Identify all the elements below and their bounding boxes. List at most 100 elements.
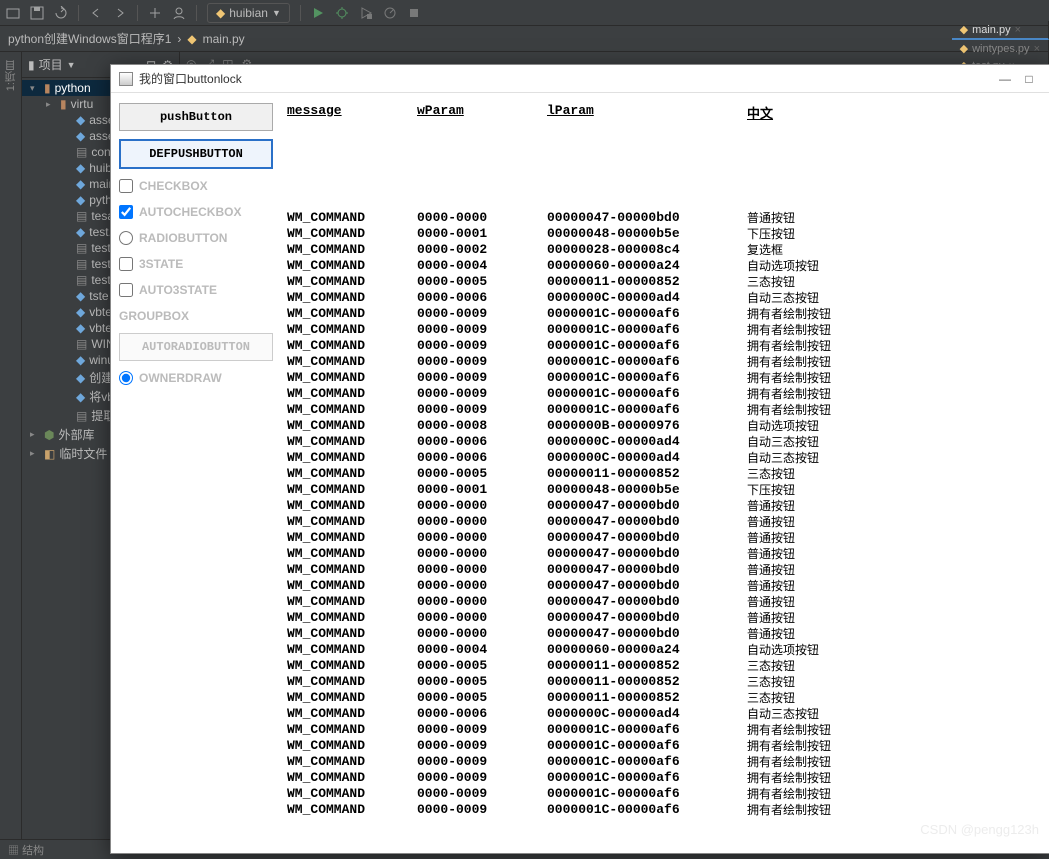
- add-icon[interactable]: [148, 6, 162, 20]
- tristate-control[interactable]: 3STATE: [119, 255, 273, 273]
- tree-item-label: pyth: [89, 193, 112, 207]
- pyfile-icon: ◆: [76, 371, 85, 385]
- pyfile-icon: ◆: [76, 113, 85, 127]
- editor-area: ◎ ⤢ ◫ ⚙ — ◆main.py×◆wintypes.py×◆test.py…: [180, 52, 1049, 859]
- coverage-icon[interactable]: [359, 6, 373, 20]
- txtfile-icon: ▤: [76, 409, 87, 423]
- sidebar-title: 项目: [39, 56, 63, 73]
- stop-icon[interactable]: [407, 6, 421, 20]
- ide-toolbar: ◆ huibian ▼: [0, 0, 1049, 26]
- pyfile-icon: ◆: [76, 289, 85, 303]
- checkbox-label: CHECKBOX: [139, 179, 208, 193]
- maximize-button[interactable]: □: [1017, 72, 1041, 86]
- tristate-label: 3STATE: [139, 257, 183, 271]
- log-row: WM_COMMAND0000-00090000001C-00000af6拥有者绘…: [287, 722, 1037, 738]
- log-row: WM_COMMAND0000-000000000047-00000bd0普通按钮: [287, 578, 1037, 594]
- txtfile-icon: ▤: [76, 257, 87, 271]
- run-config-dropdown[interactable]: ◆ huibian ▼: [207, 3, 290, 23]
- log-row: WM_COMMAND0000-00090000001C-00000af6拥有者绘…: [287, 786, 1037, 802]
- log-row: WM_COMMAND0000-000500000011-00000852三态按钮: [287, 690, 1037, 706]
- open-icon[interactable]: [6, 6, 20, 20]
- log-row: WM_COMMAND0000-000500000011-00000852三态按钮: [287, 658, 1037, 674]
- folder-icon: ▮: [28, 58, 35, 72]
- txtfile-icon: ▤: [76, 273, 87, 287]
- run-icon[interactable]: [311, 6, 325, 20]
- chevron-right-icon: ›: [177, 32, 181, 46]
- pyfile-icon: ◆: [76, 225, 85, 239]
- breadcrumb-project[interactable]: python创建Windows窗口程序1: [8, 30, 171, 47]
- undo-icon[interactable]: [89, 6, 103, 20]
- tree-ext-lib-label: 外部库: [58, 426, 94, 443]
- autocheckbox-control[interactable]: AUTOCHECKBOX: [119, 203, 273, 221]
- app-window: 我的窗口buttonlock — □ pushButton DEFPUSHBUT…: [110, 64, 1049, 854]
- log-row: WM_COMMAND0000-00060000000C-00000ad4自动三态…: [287, 290, 1037, 306]
- log-row: WM_COMMAND0000-000500000011-00000852三态按钮: [287, 466, 1037, 482]
- python-file-icon: ◆: [960, 42, 968, 55]
- save-icon[interactable]: [30, 6, 44, 20]
- log-row: WM_COMMAND0000-000000000047-00000bd0普通按钮: [287, 546, 1037, 562]
- library-icon: ⬢: [44, 428, 54, 442]
- python-file-icon: ◆: [960, 23, 968, 36]
- log-row: WM_COMMAND0000-000000000047-00000bd0普通按钮: [287, 530, 1037, 546]
- autoradiobutton-control[interactable]: AUTORADIOBUTTON: [119, 333, 273, 361]
- log-row: WM_COMMAND0000-00090000001C-00000af6拥有者绘…: [287, 802, 1037, 818]
- chevron-down-icon[interactable]: ▼: [67, 60, 76, 70]
- user-icon[interactable]: [172, 6, 186, 20]
- close-icon[interactable]: ×: [1034, 43, 1040, 55]
- tree-scratch-label: 临时文件: [59, 445, 107, 462]
- auto3state-label: AUTO3STATE: [139, 283, 217, 297]
- scratch-icon: ◧: [44, 447, 55, 461]
- redo-icon[interactable]: [113, 6, 127, 20]
- pushbutton[interactable]: pushButton: [119, 103, 273, 131]
- log-row: WM_COMMAND0000-00090000001C-00000af6拥有者绘…: [287, 370, 1037, 386]
- log-row: WM_COMMAND0000-00090000001C-00000af6拥有者绘…: [287, 738, 1037, 754]
- log-row: WM_COMMAND0000-00090000001C-00000af6拥有者绘…: [287, 402, 1037, 418]
- refresh-icon[interactable]: [54, 6, 68, 20]
- pyfile-icon: ◆: [76, 177, 85, 191]
- gutter-project[interactable]: 1:项目: [3, 52, 19, 99]
- header-message: message: [287, 103, 417, 122]
- log-row: WM_COMMAND0000-00090000001C-00000af6拥有者绘…: [287, 754, 1037, 770]
- txtfile-icon: ▤: [76, 241, 87, 255]
- auto3state-control[interactable]: AUTO3STATE: [119, 281, 273, 299]
- tab-label: wintypes.py: [972, 43, 1029, 55]
- log-row: WM_COMMAND0000-000400000060-00000a24自动选项…: [287, 642, 1037, 658]
- pyfile-icon: ◆: [76, 193, 85, 207]
- debug-icon[interactable]: [335, 6, 349, 20]
- radiobutton-control[interactable]: RADIOBUTTON: [119, 229, 273, 247]
- editor-tab[interactable]: ◆ wintypes.py ×: [952, 40, 1049, 57]
- log-row: WM_COMMAND0000-000000000047-00000bd0普通按钮: [287, 210, 1037, 226]
- log-row: WM_COMMAND0000-000000000047-00000bd0普通按钮: [287, 562, 1037, 578]
- tree-item-label: vbte: [89, 321, 112, 335]
- defpushbutton[interactable]: DEFPUSHBUTTON: [119, 139, 273, 169]
- structure-tool[interactable]: 结构: [22, 845, 44, 857]
- pyfile-icon: ◆: [76, 161, 85, 175]
- minimize-button[interactable]: —: [993, 72, 1017, 86]
- log-row: WM_COMMAND0000-000100000048-00000b5e下压按钮: [287, 226, 1037, 242]
- txtfile-icon: ▤: [76, 337, 87, 351]
- left-gutter: 1:项目: [0, 52, 22, 859]
- header-chinese: 中文: [747, 103, 1037, 122]
- txtfile-icon: ▤: [76, 145, 87, 159]
- pyfile-icon: ◆: [76, 305, 85, 319]
- log-headers: message wParam lParam 中文: [287, 103, 1037, 130]
- log-row: WM_COMMAND0000-00090000001C-00000af6拥有者绘…: [287, 338, 1037, 354]
- log-list[interactable]: WM_COMMAND0000-000000000047-00000bd0普通按钮…: [287, 130, 1037, 849]
- header-lparam: lParam: [547, 103, 747, 122]
- log-row: WM_COMMAND0000-00090000001C-00000af6拥有者绘…: [287, 322, 1037, 338]
- checkbox-control[interactable]: CHECKBOX: [119, 177, 273, 195]
- chevron-down-icon: ▼: [272, 8, 281, 18]
- log-row: WM_COMMAND0000-000400000060-00000a24自动选项…: [287, 258, 1037, 274]
- txtfile-icon: ▤: [76, 209, 87, 223]
- app-titlebar[interactable]: 我的窗口buttonlock — □: [111, 65, 1049, 93]
- editor-tab[interactable]: ◆main.py×: [952, 21, 1049, 40]
- autocheckbox-label: AUTOCHECKBOX: [139, 205, 241, 219]
- app-icon: [119, 72, 133, 86]
- ownerdraw-control[interactable]: OWNERDRAW: [119, 369, 273, 387]
- app-title: 我的窗口buttonlock: [139, 70, 242, 87]
- breadcrumb-file[interactable]: main.py: [203, 32, 245, 46]
- python-file-icon: ◆: [187, 32, 196, 46]
- close-icon[interactable]: ×: [1015, 24, 1021, 36]
- profile-icon[interactable]: [383, 6, 397, 20]
- tree-item-label: vbte: [89, 305, 112, 319]
